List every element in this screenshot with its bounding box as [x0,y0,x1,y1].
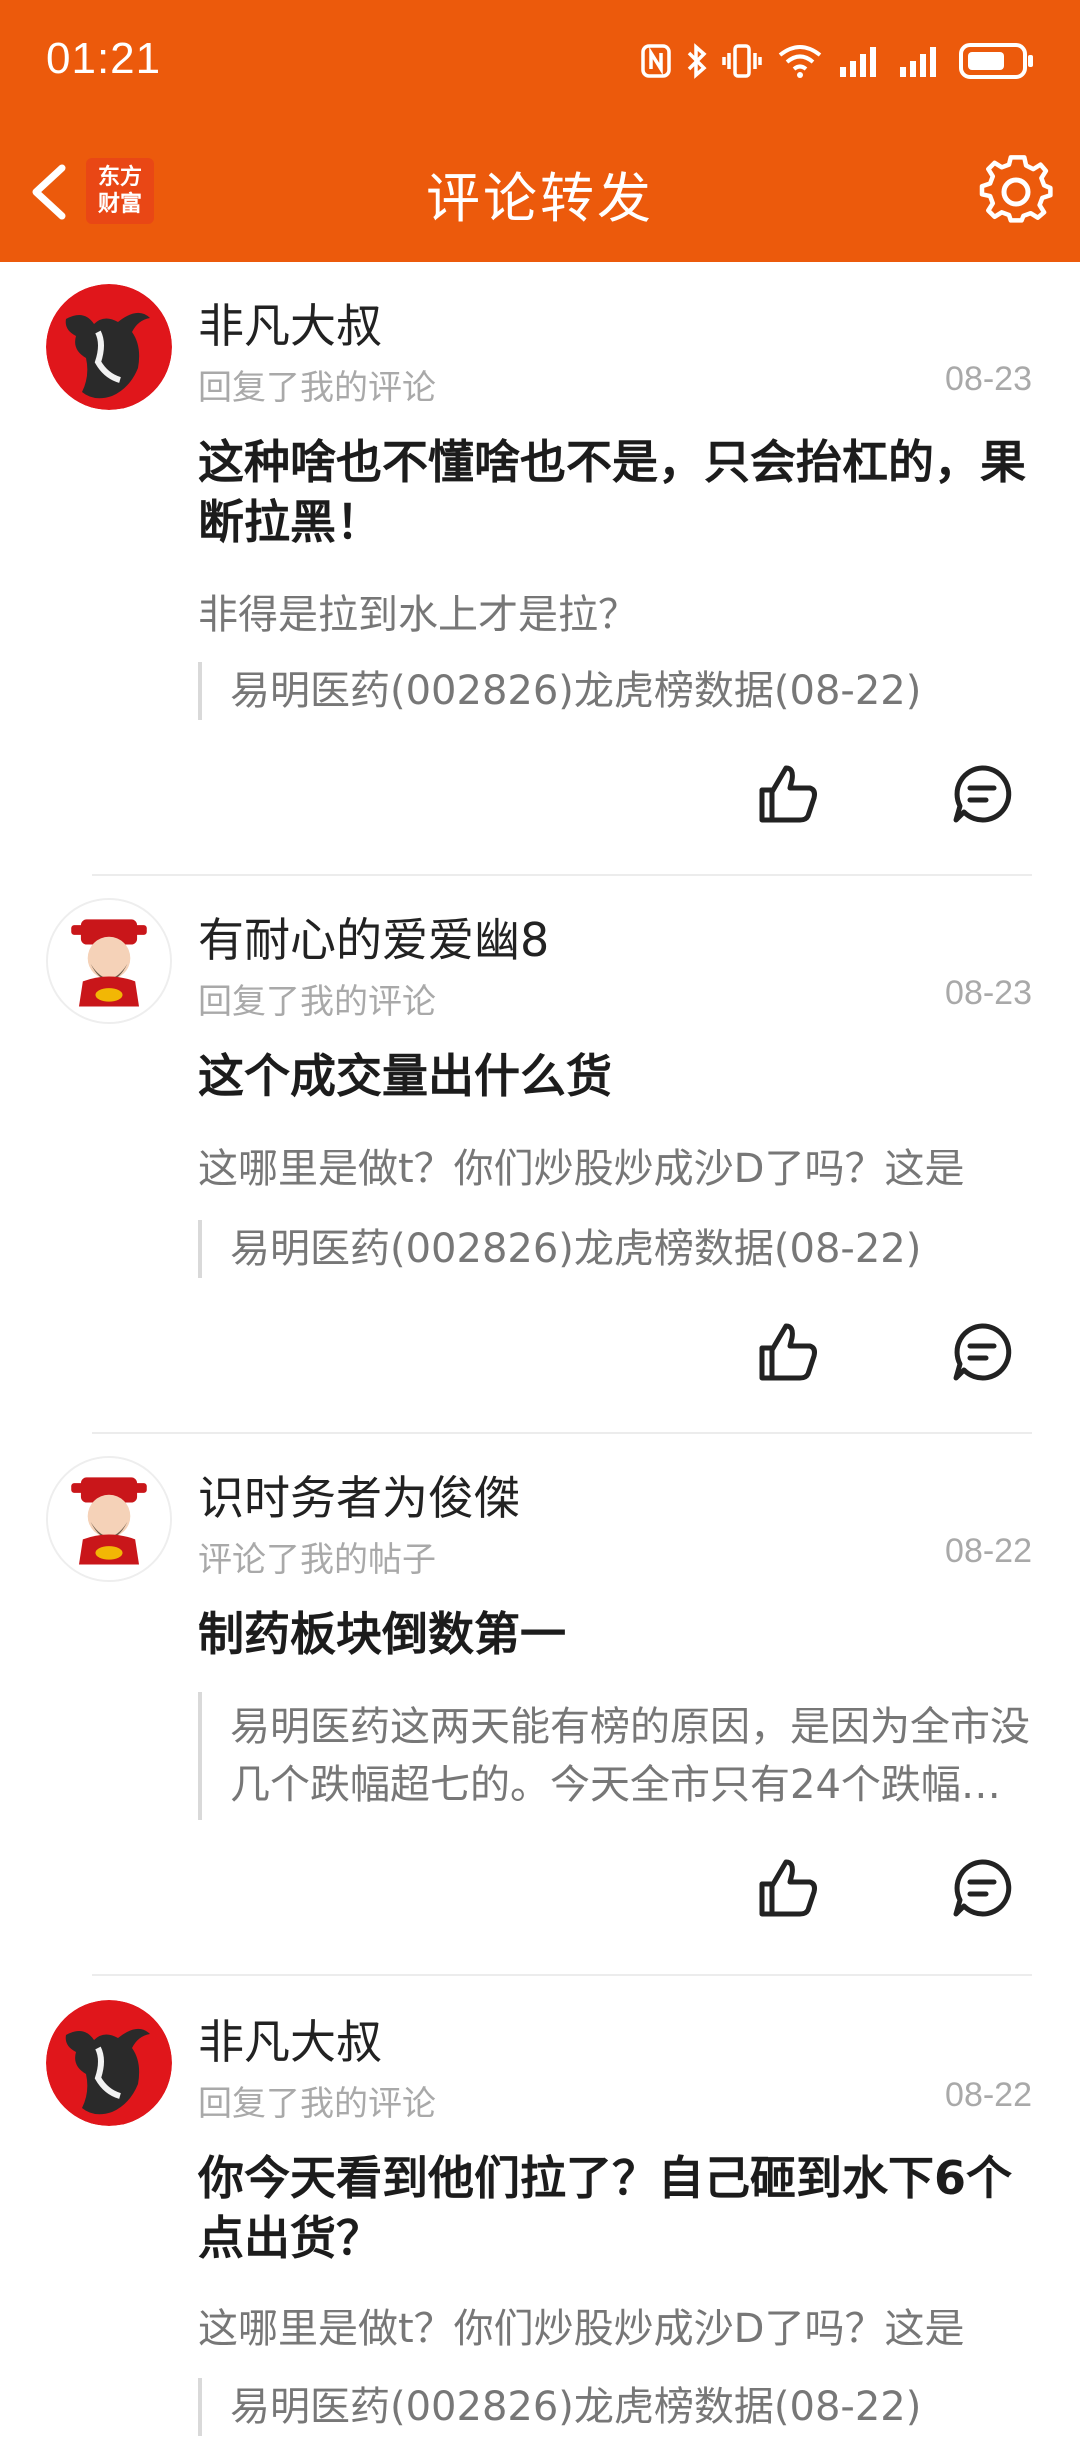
avatar[interactable] [46,284,172,410]
user-name[interactable]: 有耐心的爱爱幽8 [198,904,549,970]
user-name[interactable]: 识时务者为俊傑 [198,1462,520,1528]
bull-avatar-icon [46,284,172,410]
battery-icon [959,43,1033,79]
action-text: 回复了我的评论 [198,2084,436,2124]
vibrate-icon [722,44,762,78]
fortune-god-avatar-icon [48,900,170,1022]
status-bar: 01:21 [0,0,1080,122]
divider [92,874,1032,876]
gear-icon[interactable] [978,154,1054,230]
bluetooth-icon [687,43,707,79]
comment-text[interactable]: 这个成交量出什么货 [198,1046,1038,1106]
quote-text[interactable]: 易明医药这两天能有榜的原因，是因为全市没几个跌幅超七的。今天全市只有24个跌幅超… [198,1692,1034,1820]
signal-icon [900,47,936,77]
action-text: 评论了我的帖子 [198,1540,436,1580]
date-text: 08-23 [945,360,1032,398]
date-text: 08-22 [945,2076,1032,2114]
page-title: 评论转发 [426,167,654,230]
action-text: 回复了我的评论 [198,368,436,408]
like-button[interactable] [756,762,820,826]
signal-icon [840,47,876,77]
comment-text[interactable]: 这种啥也不懂啥也不是，只会抬杠的，果断拉黑！ [198,432,1038,552]
quote-text[interactable]: 易明医药(002826)龙虎榜数据(08-22) [198,2378,1034,2436]
date-text: 08-23 [945,974,1032,1012]
comment-button[interactable] [950,1856,1014,1920]
action-text: 回复了我的评论 [198,982,436,1022]
like-button[interactable] [756,1320,820,1384]
avatar[interactable] [46,898,172,1024]
wifi-icon [778,45,822,78]
bull-avatar-icon [46,2000,172,2126]
like-button[interactable] [756,1856,820,1920]
status-time: 01:21 [46,34,162,83]
nfc-icon [641,44,671,78]
status-icons [640,36,1036,86]
title-bar: 东方 财富 评论转发 [0,122,1080,262]
user-name[interactable]: 非凡大叔 [198,290,382,356]
fortune-god-avatar-icon [48,1458,170,1580]
comment-text[interactable]: 你今天看到他们拉了？自己砸到水下6个点出货？ [198,2148,1038,2268]
quote-text[interactable]: 易明医药(002826)龙虎榜数据(08-22) [198,1220,1034,1278]
user-name[interactable]: 非凡大叔 [198,2006,382,2072]
quote-text[interactable]: 易明医药(002826)龙虎榜数据(08-22) [198,662,1034,720]
divider [92,1432,1032,1434]
reply-text[interactable]: 这哪里是做t？你们炒股炒成沙D了吗？这是 [198,2296,1038,2354]
avatar[interactable] [46,1456,172,1582]
divider [92,1974,1032,1976]
comment-button[interactable] [950,762,1014,826]
comment-text[interactable]: 制药板块倒数第一 [198,1604,1038,1664]
reply-text[interactable]: 这哪里是做t？你们炒股炒成沙D了吗？这是 [198,1136,1038,1194]
comment-button[interactable] [950,1320,1014,1384]
avatar[interactable] [46,2000,172,2126]
date-text: 08-22 [945,1532,1032,1570]
reply-text[interactable]: 非得是拉到水上才是拉？ [198,582,1038,640]
